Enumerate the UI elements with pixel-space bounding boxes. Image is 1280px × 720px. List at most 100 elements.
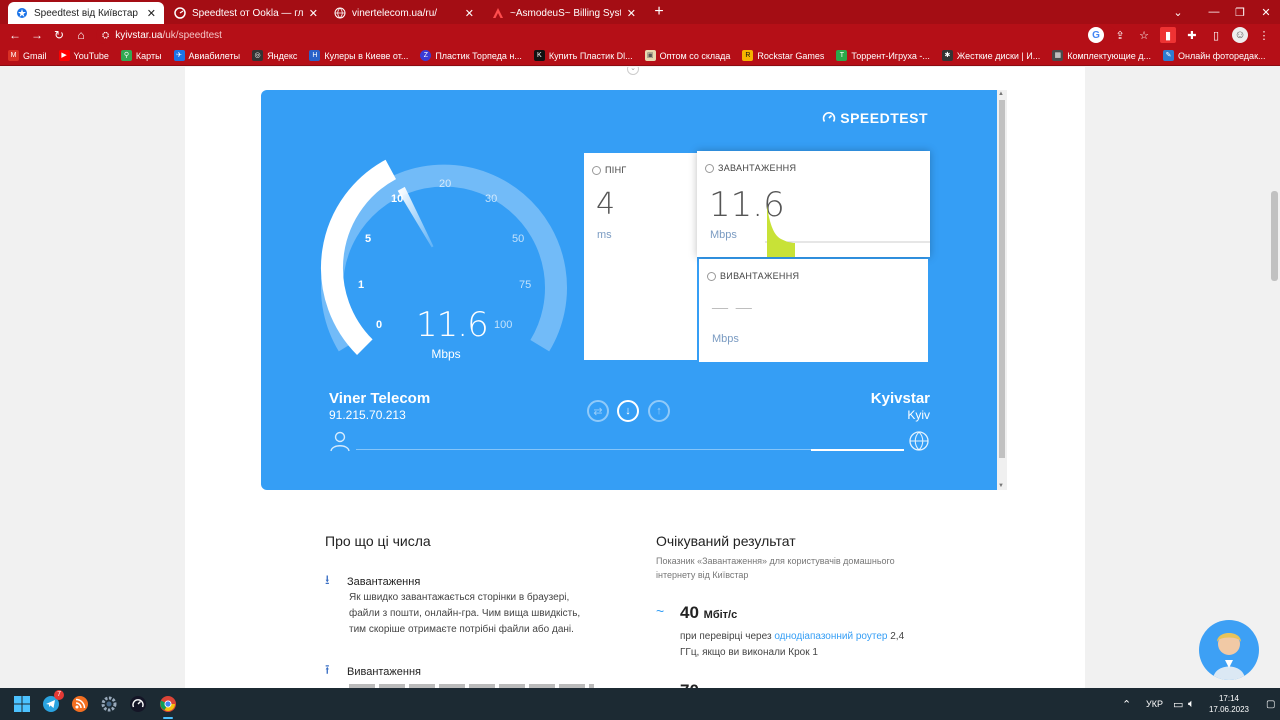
clock-date: 17.06.2023 [1208,705,1250,714]
gauge-tick: 100 [494,319,513,331]
bookmark-hdd[interactable]: ✱ Жесткие диски | И... [941,50,1040,61]
url-path: /uk/speedtest [162,29,222,41]
tab-search-icon[interactable]: ⌄ [1160,0,1196,24]
widget-scroll-thumb[interactable] [999,100,1005,458]
windows-start-icon[interactable] [12,694,32,714]
download-graph [765,205,930,257]
home-button[interactable]: ⌂ [70,24,92,46]
bookmark-plastic[interactable]: K Купить Пластик Dl... [533,50,633,61]
bookmarks-bar: M Gmail ▶ YouTube ⚲ Карты ✈ Авиабилеты ◎ Янде… [0,46,1280,66]
page-scroll-thumb[interactable] [1271,191,1278,281]
profile-avatar[interactable]: ☺ [1232,27,1248,43]
close-icon[interactable]: ✕ [465,7,474,20]
upload-icon [707,271,716,281]
windows-taskbar: 7 ⌃ УКР ▭ 🔈︎ 17:14 17.06.2023 ▢ [0,688,1280,720]
bookmark-star-icon[interactable]: ☆ [1136,27,1152,43]
download-unit: Mbps [710,229,737,241]
address-bar[interactable]: ⛭ kyivstar.ua/uk/speedtest [96,26,1116,44]
bookmark-wholesale[interactable]: ▣ Оптом со склада [644,50,730,61]
upload-value: — — [711,297,753,318]
speaker-icon[interactable]: 🔈︎ [1188,688,1195,720]
page-viewport: ⌄ SPEEDTEST 0 1 5 10 20 30 50 75 100 11.… [0,67,1280,688]
telegram-icon[interactable]: 7 [41,690,64,714]
gauge-tick: 0 [376,319,383,331]
upload-mode-icon[interactable]: ↑ [648,400,670,422]
site-favicon-icon: ✎ [1163,50,1175,61]
next-expected-speed-clipped: 70 [680,681,704,688]
puzzle-icon[interactable]: ✚ [1184,27,1200,43]
bookmark-photo-editor[interactable]: ✎ Онлайн фоторедак... [1163,50,1266,61]
test-progress-line [356,449,904,451]
page-scrollbar[interactable] [1268,67,1280,688]
tab-vinertelecom[interactable]: vinertelecom.ua/ru/ ✕ [326,2,482,24]
rockstar-icon: R [742,50,754,61]
expected-heading: Очікуваний результат [656,533,796,549]
gauge-tick: 5 [365,233,372,245]
extension-icon[interactable]: ▮ [1160,27,1176,43]
network-icon[interactable]: ▭ [1173,688,1183,720]
site-favicon-icon: K [533,50,545,61]
chat-assistant-button[interactable] [1199,620,1259,680]
download-mode-icon[interactable]: ↓ [617,400,639,422]
about-heading: Про що ці числа [325,533,431,549]
upload-panel: ВИВАНТАЖЕННЯ — — Mbps [699,259,928,362]
isp-ip: 91.215.70.213 [329,408,406,422]
gauge-tick: 30 [485,193,498,205]
gauge-tick: 50 [512,233,525,245]
rss-app-icon[interactable] [70,694,90,714]
telegram-badge: 7 [54,690,64,700]
bookmark-flights[interactable]: ✈ Авиабилеты [173,50,240,61]
forward-button[interactable]: → [26,24,48,46]
gauge-speed-unit: Mbps [431,347,461,361]
bookmark-coolers[interactable]: H Кулеры в Киеве от... [309,50,408,61]
site-favicon-icon: ✱ [941,50,953,61]
tray-overflow-icon[interactable]: ⌃ [1122,688,1131,720]
youtube-icon: ▶ [58,50,70,61]
bookmark-maps[interactable]: ⚲ Карты [120,50,162,61]
bookmark-components[interactable]: ▦ Комплектующие д... [1052,50,1151,61]
language-indicator[interactable]: УКР [1146,688,1163,720]
tab-kyivstar-speedtest[interactable]: Speedtest від Київстар ⊳ Онлайн ✕ [8,2,164,24]
reload-button[interactable]: ↻ [48,24,70,46]
tab-title: Speedtest від Київстар ⊳ Онлайн [34,7,141,19]
arrow-up-icon: ⭱ [325,662,330,677]
google-icon[interactable]: G [1088,27,1104,43]
single-band-router-link[interactable]: однодіапазонний роутер [774,631,887,642]
tab-billing-system[interactable]: ~AsmodeuS~ Billing System ✕ [484,2,644,24]
close-window-button[interactable]: ✕ [1248,0,1280,24]
side-panel-icon[interactable]: ▯ [1208,27,1224,43]
chrome-icon[interactable] [158,694,178,719]
menu-icon[interactable]: ⋮ [1256,27,1272,43]
widget-scrollbar[interactable]: ▲ ▼ [997,90,1007,490]
upload-unit: Mbps [712,333,739,345]
bookmark-yandex[interactable]: ◎ Яндекс [252,50,297,61]
ping-value: 4 [596,187,616,222]
bookmark-torpeda[interactable]: Z Пластик Торпеда н... [420,50,522,61]
multi-connection-icon[interactable]: ⇄ [587,400,609,422]
clock-time: 17:14 [1218,694,1240,703]
speedometer-icon [822,112,836,122]
speedtest-app-icon[interactable] [128,694,148,714]
tab-title: ~AsmodeuS~ Billing System [510,7,621,19]
asmodeus-logo-icon [493,8,503,18]
gauge-tick: 75 [519,279,532,291]
bookmark-torrent[interactable]: T Торрент-Игруха -... [836,50,930,61]
close-icon[interactable]: ✕ [627,7,636,20]
globe-icon [334,7,346,19]
close-icon[interactable]: ✕ [309,7,318,20]
bookmark-gmail[interactable]: M Gmail [8,50,47,61]
notifications-icon[interactable]: ▢ [1266,688,1275,720]
active-app-indicator [163,717,173,719]
share-icon[interactable]: ⇪ [1112,27,1128,43]
tab-ookla-speedtest[interactable]: Speedtest от Ookla — глобальный ✕ [166,2,326,24]
bookmark-rockstar[interactable]: R Rockstar Games [742,50,824,61]
system-clock[interactable]: 17:14 17.06.2023 [1200,693,1258,715]
new-tab-button[interactable]: + [650,3,668,21]
gmail-icon: M [8,50,19,61]
site-info-icon[interactable]: ⛭ [102,30,109,41]
bookmark-youtube[interactable]: ▶ YouTube [58,50,109,61]
back-button[interactable]: ← [4,24,26,46]
settings-gear-icon[interactable] [99,694,119,714]
server-city: Kyiv [907,408,930,422]
close-icon[interactable]: ✕ [147,7,156,20]
